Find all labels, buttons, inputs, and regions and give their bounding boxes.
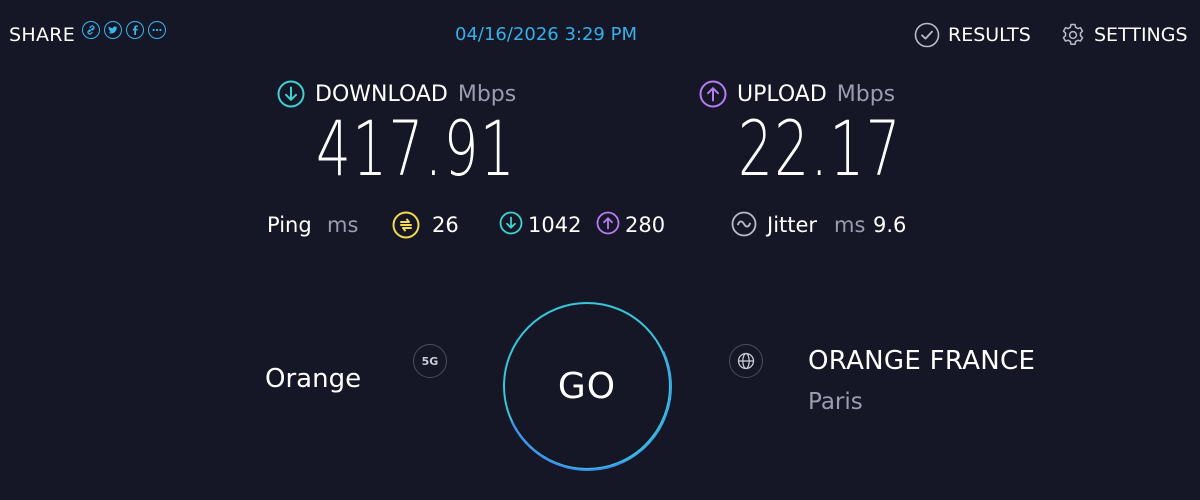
check-circle-icon — [914, 22, 940, 48]
jitter-unit: ms — [834, 213, 866, 237]
download-speed-value: 417.91 — [316, 104, 517, 193]
upload-speed-value: 22.17 — [738, 104, 902, 193]
ping-label: Ping — [267, 213, 312, 237]
idle-ping-value: 26 — [432, 213, 459, 237]
idle-ping-icon — [392, 211, 420, 239]
download-label: DOWNLOAD — [315, 81, 448, 107]
download-unit: Mbps — [457, 81, 517, 107]
jitter-icon — [731, 211, 757, 237]
server-location: Paris — [808, 389, 863, 415]
upload-unit: Mbps — [836, 81, 896, 107]
gear-icon — [1062, 23, 1084, 46]
results-button[interactable]: RESULTS — [914, 22, 1031, 48]
upload-ping-value: 280 — [625, 213, 666, 237]
go-label: GO — [557, 365, 617, 407]
upload-arrow-icon — [699, 80, 727, 108]
go-button[interactable]: GO — [503, 302, 671, 470]
server-name[interactable]: ORANGE FRANCE — [808, 346, 1035, 376]
network-5g-icon: 5G — [413, 344, 447, 378]
download-arrow-icon — [277, 80, 305, 108]
download-ping-value: 1042 — [528, 213, 582, 237]
network-badge-label: 5G — [421, 354, 439, 368]
settings-button[interactable]: SETTINGS — [1060, 22, 1188, 48]
globe-icon — [729, 344, 763, 378]
provider-name[interactable]: Orange — [265, 364, 361, 394]
settings-label: SETTINGS — [1094, 24, 1188, 46]
jitter-label: Jitter — [767, 213, 818, 237]
upload-ping-icon — [596, 211, 620, 235]
jitter-value: 9.6 — [873, 213, 907, 237]
speedtest-page: SHARE 04/16/2026 3:29 PM RESULTS SETTING… — [0, 0, 1200, 500]
download-ping-icon — [499, 211, 523, 235]
results-label: RESULTS — [948, 24, 1031, 46]
upload-label: UPLOAD — [737, 81, 827, 107]
ping-unit: ms — [327, 213, 359, 237]
